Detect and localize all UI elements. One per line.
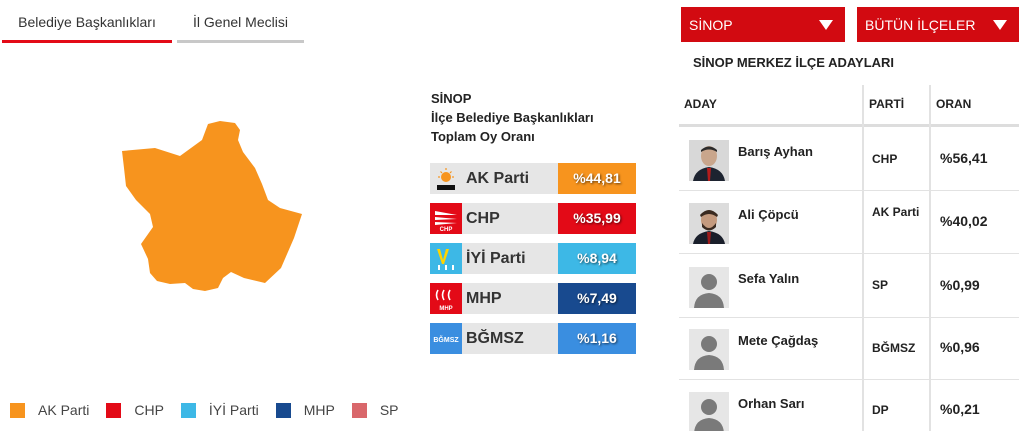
chevron-down-icon [819,20,833,30]
map-legend: AK Parti CHP İYİ Parti MHP SP [10,401,416,419]
candidate-party: AK Parti [872,205,920,219]
legend-label: SP [379,402,399,418]
tab-belediye-baskanliklari[interactable]: Belediye Başkanlıkları [2,0,172,43]
legend-label: MHP [303,402,335,418]
summary-title-line: İlçe Belediye Başkanlıkları [431,110,594,125]
candidate-party: SP [872,278,889,292]
legend-swatch [351,402,367,418]
candidate-party: CHP [872,152,898,166]
party-name: AK Parti [466,170,530,187]
party-percentage: %8,94 [558,243,636,274]
table-row[interactable]: Orhan Sarı DP %0,21 [679,380,1019,431]
legend-label: AK Parti [38,402,90,418]
district-select-value: BÜTÜN İLÇELER [865,17,976,33]
column-header-parti: PARTİ [869,97,905,111]
column-header-oran: ORAN [936,97,972,111]
legend-swatch [10,402,25,418]
svg-text:MHP: MHP [439,306,452,312]
candidate-name: Orhan Sarı [738,396,805,411]
party-percentage: %1,16 [558,323,636,354]
avatar-placeholder-icon [689,329,729,370]
district-map[interactable] [110,118,310,298]
legend-swatch [106,402,122,418]
candidate-party: BĞMSZ [872,341,916,355]
candidate-percentage: %0,96 [940,339,980,355]
legend-item-iyi: İYİ Parti [180,402,259,418]
map-region-sinop[interactable] [122,121,302,291]
svg-text:BĞMSZ: BĞMSZ [433,335,459,344]
party-name: BĞMSZ [466,330,524,347]
chevron-down-icon [993,20,1007,30]
candidate-party: DP [872,403,889,417]
chp-logo-icon: CHP [430,203,462,234]
table-row[interactable]: Barış Ayhan CHP %56,41 [679,128,1019,191]
candidate-photo [689,140,729,181]
candidate-percentage: %40,02 [940,213,988,229]
party-percentage: %7,49 [558,283,636,314]
table-header: ADAY PARTİ ORAN [679,85,1019,127]
party-row-chp: CHP CHP %35,99 [430,203,636,234]
candidate-name: Sefa Yalın [738,271,800,286]
avatar-placeholder-icon [689,392,729,431]
candidate-photo [689,203,729,244]
mhp-logo-icon: MHP [430,283,462,314]
party-row-bagimsiz: BĞMSZ BĞMSZ %1,16 [430,323,636,354]
candidate-percentage: %0,21 [940,401,980,417]
party-percentage: %35,99 [558,203,636,234]
candidate-name: Barış Ayhan [738,144,813,159]
candidate-name: Mete Çağdaş [738,333,819,348]
svg-text:CHP: CHP [440,227,453,232]
party-row-akparti: AK Parti %44,81 [430,163,636,194]
party-name: MHP [466,290,502,307]
table-row[interactable]: Ali Çöpcü AK Parti %40,02 [679,191,1019,254]
party-name: İYİ Parti [466,250,526,267]
party-name: CHP [466,210,500,227]
summary-title: SİNOP İlçe Belediye Başkanlıkları Toplam… [431,89,594,146]
column-header-aday: ADAY [684,97,717,111]
summary-title-line: SİNOP [431,91,472,106]
province-select[interactable]: SİNOP [681,7,845,42]
candidate-percentage: %56,41 [940,150,988,166]
table-row[interactable]: Mete Çağdaş BĞMSZ %0,96 [679,317,1019,380]
province-select-value: SİNOP [689,17,733,33]
legend-label: CHP [134,402,164,418]
akparti-logo-icon [430,163,462,194]
bagimsiz-logo-icon: BĞMSZ [430,323,462,354]
party-row-mhp: MHP MHP %7,49 [430,283,636,314]
legend-item-chp: CHP [106,402,164,418]
summary-title-line: Toplam Oy Oranı [431,129,535,144]
table-row[interactable]: Sefa Yalın SP %0,99 [679,255,1019,318]
avatar-placeholder-icon [689,267,729,308]
legend-label: İYİ Parti [208,402,259,418]
party-percentage: %44,81 [558,163,636,194]
party-row-iyi: İYİ Parti %8,94 [430,243,636,274]
district-select[interactable]: BÜTÜN İLÇELER [857,7,1019,42]
candidates-title: SİNOP MERKEZ İLÇE ADAYLARI [693,55,895,70]
tab-il-genel-meclisi[interactable]: İl Genel Meclisi [177,0,304,43]
legend-swatch [275,402,291,418]
candidate-name: Ali Çöpcü [738,207,799,222]
candidate-percentage: %0,99 [940,277,980,293]
iyi-logo-icon [430,243,462,274]
legend-item-sp: SP [351,402,399,418]
legend-swatch [180,402,196,418]
legend-item-akparti: AK Parti [10,402,89,418]
legend-item-mhp: MHP [275,402,335,418]
